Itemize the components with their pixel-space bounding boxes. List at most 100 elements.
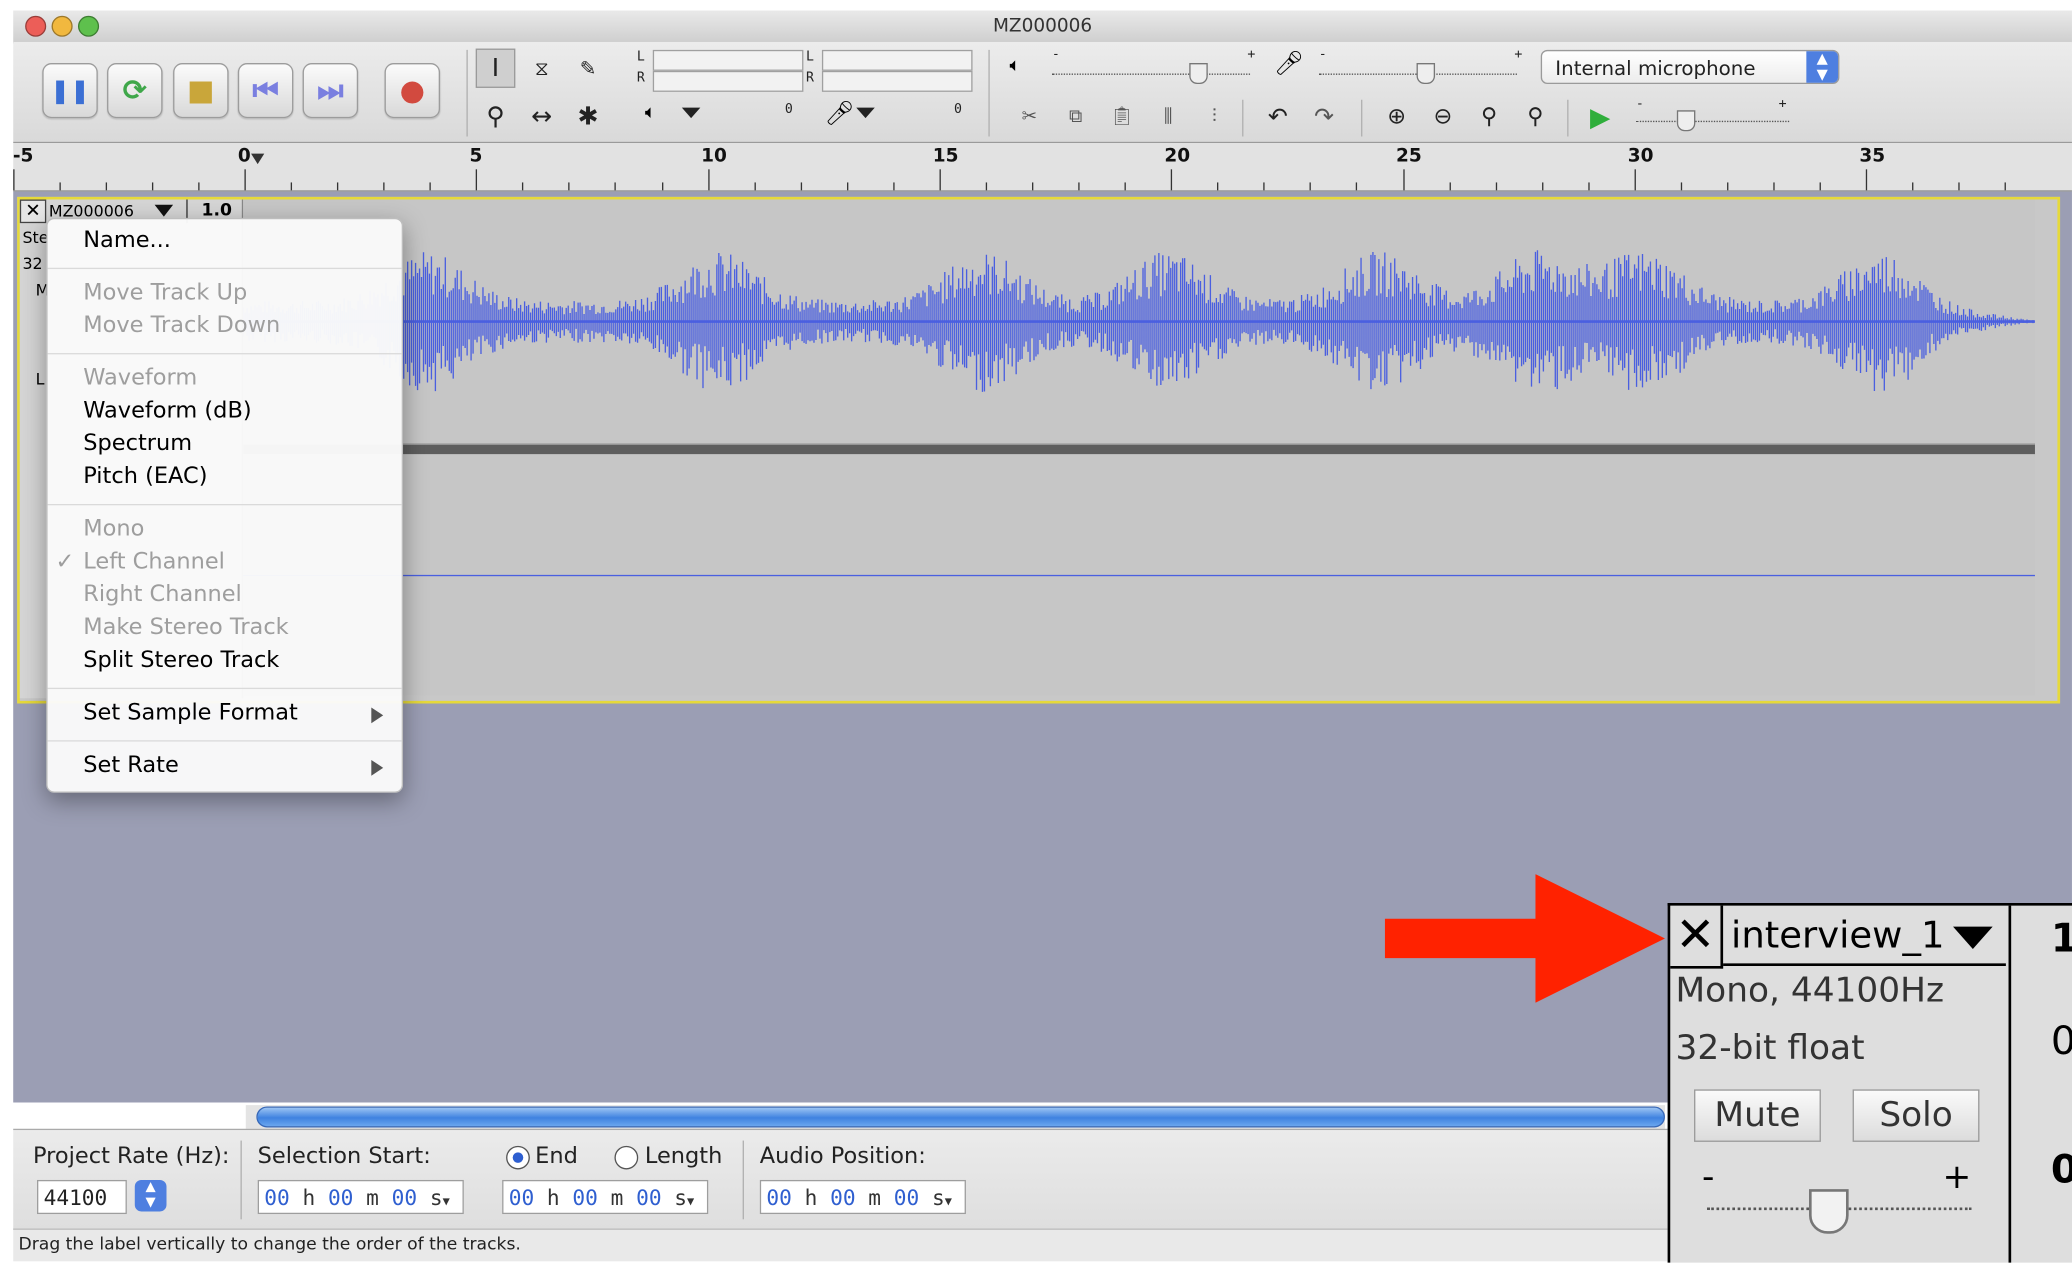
menu-separator <box>47 353 402 355</box>
menu-item-name[interactable]: Name... <box>83 227 171 253</box>
menu-item-set-rate[interactable]: Set Rate <box>83 752 179 778</box>
envelope-tool-icon[interactable]: ⧖ <box>522 49 562 88</box>
ruler-tick <box>1912 182 1914 191</box>
selection-tool-icon[interactable]: I <box>475 48 516 88</box>
input-meter-left[interactable] <box>821 49 973 71</box>
audio-position-time[interactable]: 00 h 00 m 00 s▼ <box>759 1179 966 1215</box>
menu-item-waveform-db[interactable]: Waveform (dB) <box>83 398 251 424</box>
ruler-tick <box>429 182 432 191</box>
menu-item-move-track-up: Move Track Up <box>83 279 248 306</box>
loop-button[interactable]: ⟳ <box>107 63 163 119</box>
ruler-tick <box>1587 182 1590 191</box>
playback-speed-knob[interactable] <box>1677 110 1696 132</box>
zoom-in-icon[interactable]: ⊕ <box>1377 97 1417 136</box>
stop-button[interactable]: ■ <box>173 63 229 119</box>
waveform-left-channel[interactable] <box>242 199 2035 444</box>
speaker-icon[interactable]: 🔈︎ <box>645 102 656 123</box>
track-menu-arrow-icon[interactable] <box>1953 926 1993 949</box>
cut-icon[interactable]: ✂ <box>1010 97 1050 136</box>
trim-icon[interactable]: ⫼ <box>1148 97 1188 136</box>
ruler-tick <box>1448 182 1451 191</box>
gain-slider-knob[interactable] <box>1808 1189 1849 1234</box>
ruler-tick <box>1402 169 1404 191</box>
zoom-tool-icon[interactable]: ⚲ <box>476 97 516 136</box>
length-label: Length <box>644 1143 723 1170</box>
format-menu-icon[interactable]: ▼ <box>945 1196 952 1209</box>
menu-item-split-stereo-track[interactable]: Split Stereo Track <box>83 647 279 673</box>
multi-tool-icon[interactable]: ✱ <box>568 97 608 136</box>
undo-icon[interactable]: ↶ <box>1258 97 1298 136</box>
microphone-icon[interactable]: 🎤︎ <box>825 100 855 128</box>
waveform-right-channel[interactable] <box>243 454 2035 696</box>
pause-button[interactable]: ❚❚ <box>42 63 98 119</box>
ruler-tick <box>985 182 988 191</box>
seconds-unit: s <box>674 1185 688 1211</box>
menu-separator <box>47 687 402 690</box>
skip-start-button[interactable]: ⏮ <box>237 63 294 119</box>
draw-tool-icon[interactable]: ✎ <box>568 49 608 88</box>
format-menu-icon[interactable]: ▼ <box>443 1196 450 1209</box>
playhead-marker-icon[interactable] <box>251 153 265 165</box>
scrollbar-thumb[interactable] <box>256 1106 1665 1128</box>
meter-zero-label-2: 0 <box>954 102 963 117</box>
output-volume-slider[interactable] <box>1051 73 1251 75</box>
output-meter-left[interactable] <box>652 49 804 71</box>
select-stepper-icon[interactable]: ▲ ▼ <box>1806 51 1839 83</box>
toolbar-divider <box>466 49 468 137</box>
length-radio[interactable] <box>614 1145 639 1170</box>
project-rate-input[interactable]: 44100 <box>36 1179 127 1215</box>
timeline-ruler[interactable]: -5 0 5 10 15 20 25 30 35 <box>12 143 2072 192</box>
ruler-tick <box>244 169 246 191</box>
ruler-tick <box>1032 182 1034 191</box>
playback-speed-slider[interactable] <box>1635 120 1790 123</box>
minutes-unit: m <box>366 1185 379 1211</box>
hours-unit: h <box>302 1185 316 1211</box>
format-menu-icon[interactable]: ▼ <box>687 1196 694 1209</box>
input-device-select[interactable]: Internal microphone ▲ ▼ <box>1540 49 1840 84</box>
input-meter-right[interactable] <box>821 70 973 92</box>
minutes-unit: m <box>610 1185 624 1211</box>
output-meter-menu-icon[interactable] <box>681 107 701 119</box>
end-radio[interactable] <box>506 1145 530 1170</box>
skip-end-button[interactable]: ⏭ <box>302 63 359 119</box>
hours-unit: h <box>804 1185 818 1211</box>
close-track-icon[interactable]: ✕ <box>19 199 47 224</box>
menu-item-spectrum[interactable]: Spectrum <box>83 431 192 457</box>
close-track-icon[interactable]: ✕ <box>1670 905 1724 969</box>
output-volume-knob[interactable] <box>1188 63 1208 84</box>
ruler-label: 10 <box>701 145 727 167</box>
seconds-value: 00 <box>893 1185 920 1211</box>
time-shift-tool-icon[interactable]: ↔ <box>522 97 562 136</box>
redo-icon[interactable]: ↷ <box>1304 97 1344 136</box>
solo-button[interactable]: Solo <box>1852 1089 1980 1142</box>
output-meter-right[interactable] <box>652 70 804 92</box>
horizontal-scrollbar[interactable] <box>245 1105 1665 1129</box>
track-context-menu: Name... Move Track Up Move Track Down Wavef… <box>46 217 404 793</box>
input-meter-menu-icon[interactable] <box>856 107 875 119</box>
paste-icon[interactable]: 📋︎ <box>1102 97 1142 136</box>
pan-label-partial: L <box>35 370 45 389</box>
flat-waveform-line <box>243 574 2035 577</box>
ruler-tick <box>12 169 15 191</box>
track-menu-arrow-icon[interactable] <box>154 204 174 217</box>
menu-item-pitch-eac[interactable]: Pitch (EAC) <box>83 463 207 489</box>
mute-button[interactable]: Mute <box>1694 1089 1821 1142</box>
fit-selection-icon[interactable]: ⚲ <box>1469 97 1509 136</box>
menu-item-set-sample-format[interactable]: Set Sample Format <box>83 700 298 726</box>
project-rate-stepper-icon[interactable]: ▲ ▼ <box>134 1179 167 1212</box>
ruler-tick <box>1726 182 1729 191</box>
selection-start-time[interactable]: 00 h 00 m 00 s▼ <box>257 1179 464 1215</box>
record-icon: ● <box>399 74 425 107</box>
track-name-button[interactable]: interview_1 <box>1723 906 2006 966</box>
play-at-speed-icon[interactable]: ▶ <box>1580 97 1620 136</box>
end-label: End <box>535 1143 578 1170</box>
ruler-tick <box>337 182 339 191</box>
silence-icon[interactable]: ⫶ <box>1195 97 1235 136</box>
copy-icon[interactable]: ⧉ <box>1056 97 1096 136</box>
selection-end-time[interactable]: 00 h 00 m 00 s▼ <box>502 1179 709 1215</box>
fit-project-icon[interactable]: ⚲ <box>1516 97 1556 136</box>
input-volume-knob[interactable] <box>1415 63 1435 84</box>
zoom-out-icon[interactable]: ⊖ <box>1423 97 1463 136</box>
gain-plus: + <box>1942 1157 1972 1197</box>
record-button[interactable]: ● <box>384 63 441 119</box>
